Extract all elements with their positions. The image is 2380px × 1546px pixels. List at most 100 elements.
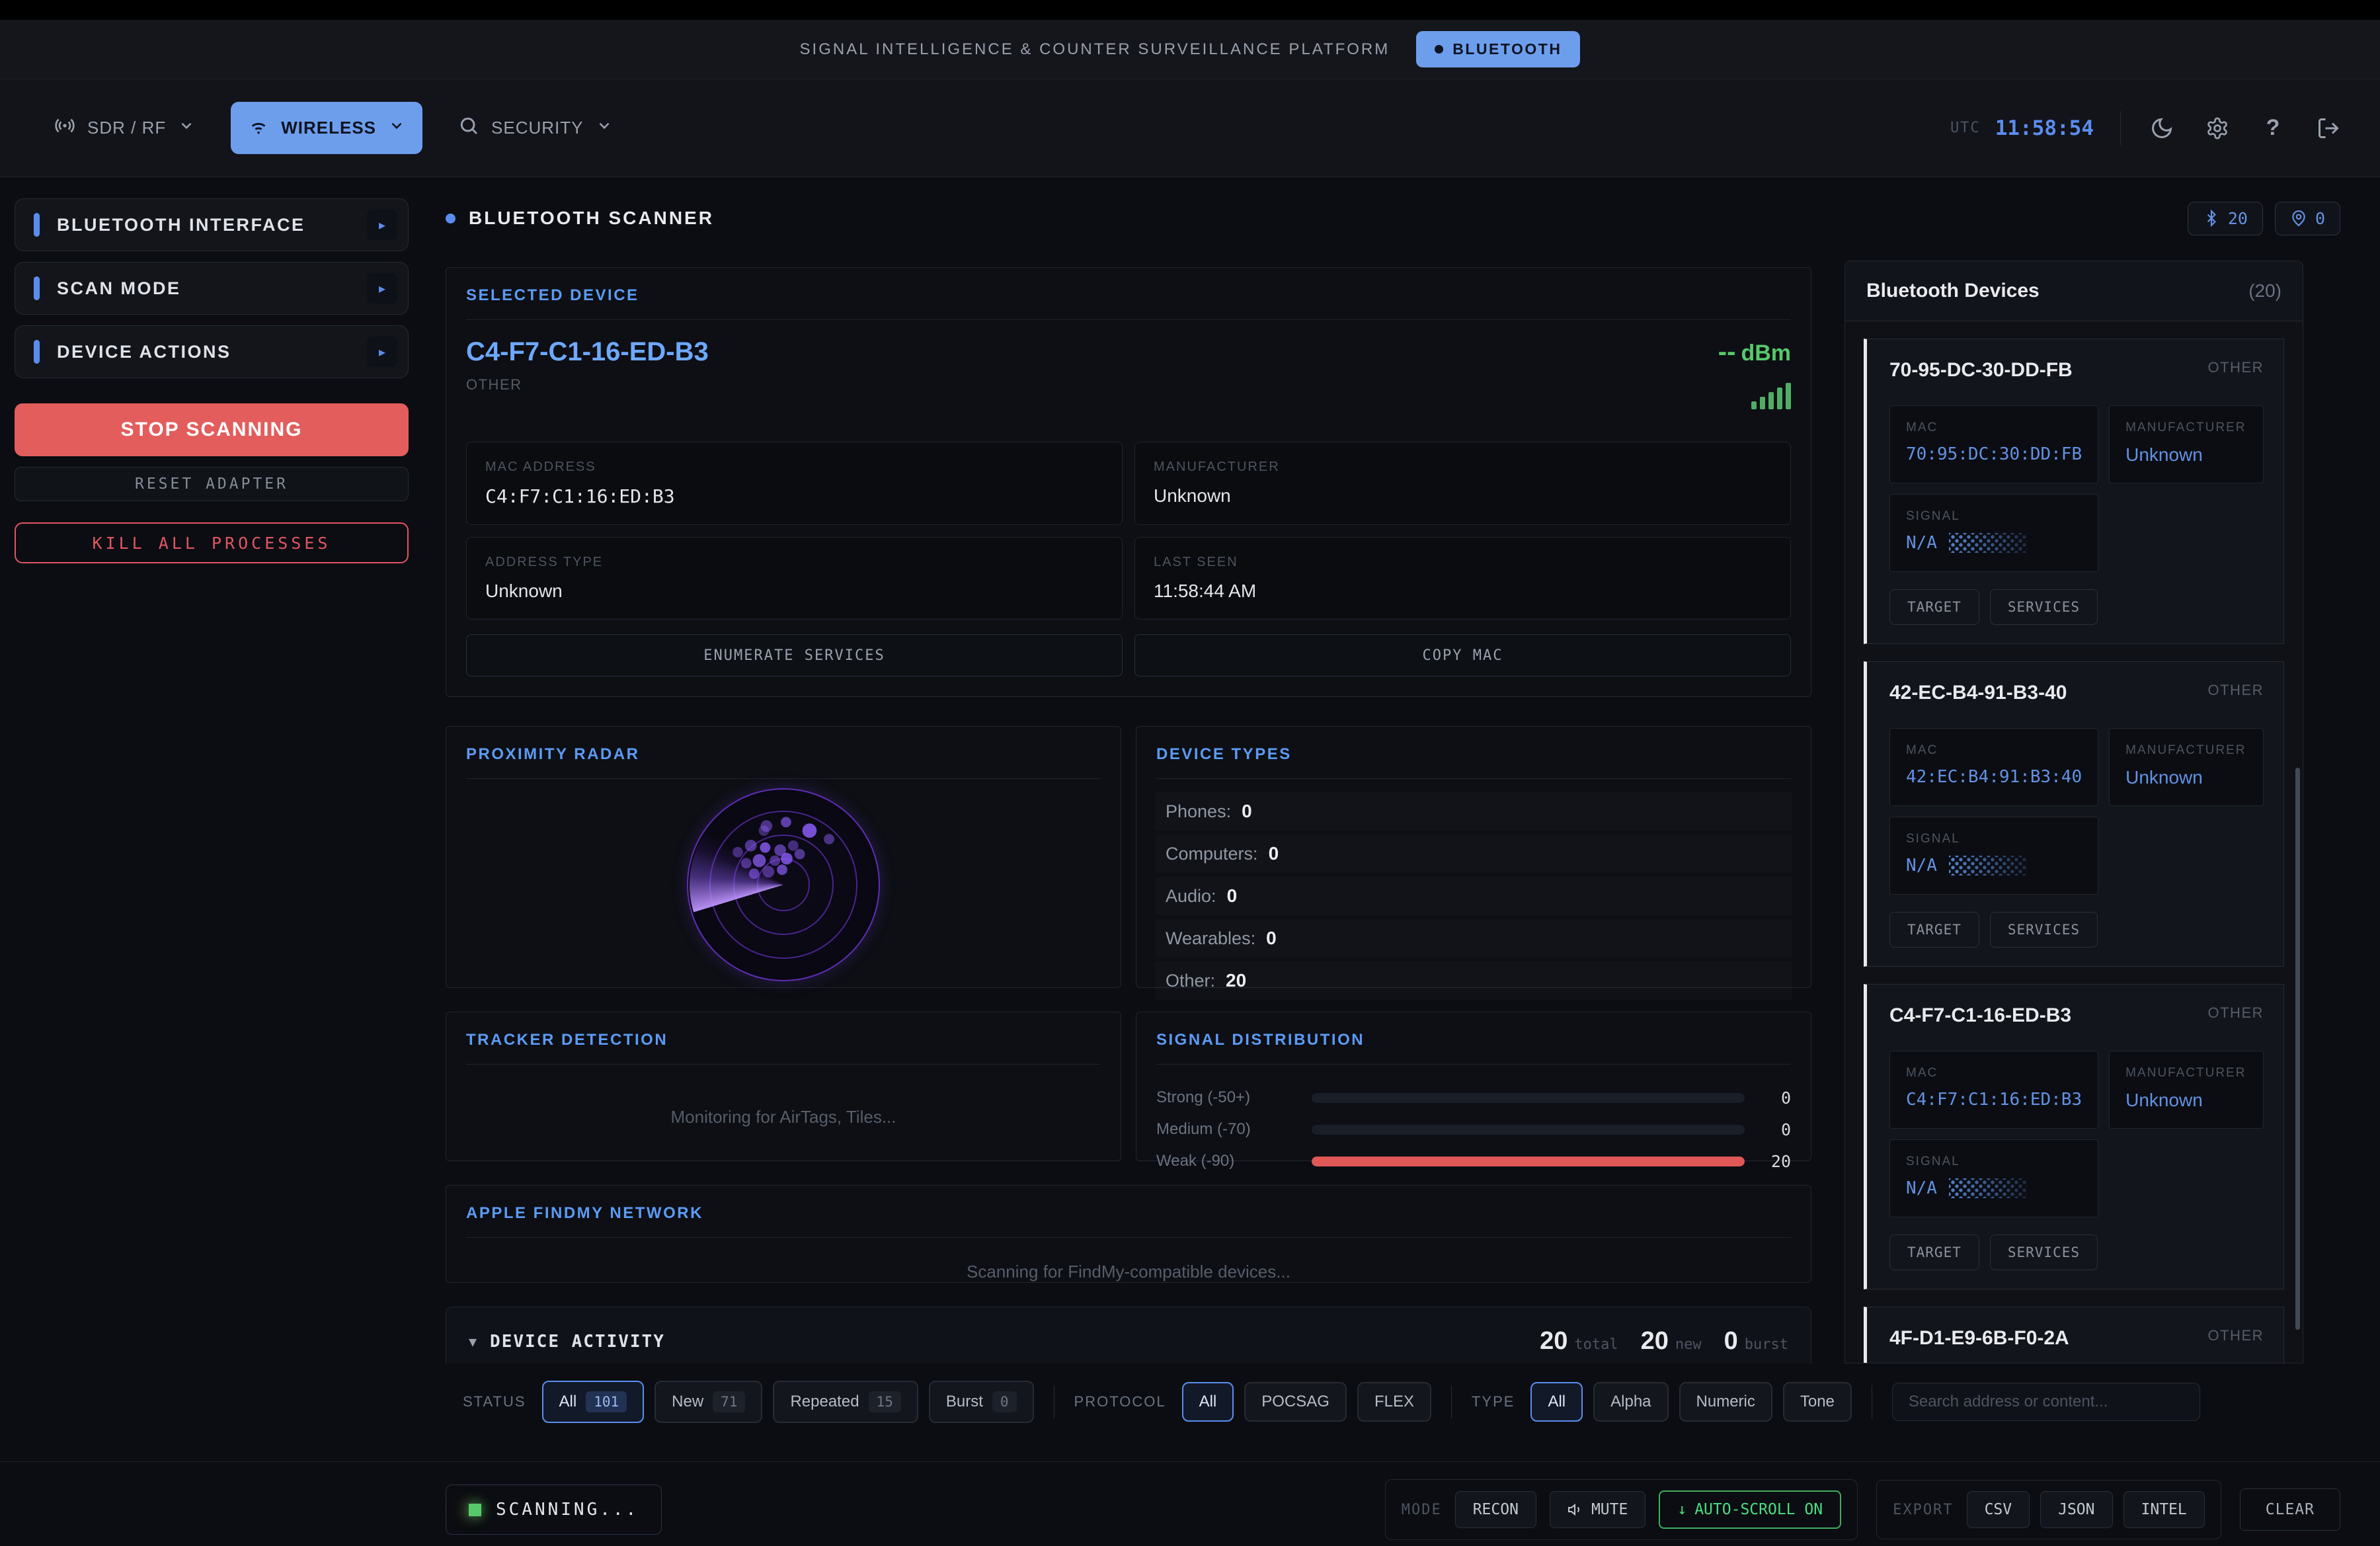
geo-count-badge[interactable]: 0: [2275, 202, 2340, 235]
findmy-panel: APPLE FINDMY NETWORK Scanning for FindMy…: [446, 1185, 1811, 1283]
chevron-down-icon: [596, 117, 613, 139]
status-filter-chip[interactable]: New71: [654, 1381, 762, 1423]
target-button[interactable]: TARGET: [1889, 1235, 1979, 1270]
section-title: SELECTED DEVICE: [446, 268, 1811, 319]
device-card[interactable]: 70-95-DC-30-DD-FB OTHER MAC 70:95:DC:30:…: [1864, 339, 2284, 644]
activity-stat: 0burst: [1724, 1327, 1788, 1356]
sidebar-collapsible-panel[interactable]: SCAN MODE ▸: [15, 262, 409, 315]
sidebar-collapsible-panel[interactable]: DEVICE ACTIONS ▸: [15, 325, 409, 378]
stop-scanning-button[interactable]: STOP SCANNING: [15, 403, 409, 456]
device-card[interactable]: C4-F7-C1-16-ED-B3 OTHER MAC C4:F7:C1:16:…: [1864, 984, 2284, 1289]
mute-button[interactable]: MUTE: [1550, 1491, 1646, 1528]
footer-divider: [0, 1461, 2380, 1462]
status-filter-chip[interactable]: Burst0: [929, 1381, 1034, 1423]
type-filter-chip[interactable]: Numeric: [1679, 1382, 1772, 1422]
utc-clock: 11:58:54: [1995, 116, 2094, 140]
signal-halftone-pattern: [1949, 1178, 2027, 1198]
clear-button[interactable]: CLEAR: [2240, 1488, 2340, 1531]
device-types-panel: DEVICE TYPES Phones:0 Co: [1136, 726, 1811, 988]
device-name: 4F-D1-E9-6B-F0-2A: [1889, 1327, 2069, 1350]
devices-count: (20): [2248, 280, 2281, 302]
expand-arrow-icon[interactable]: ▸: [367, 210, 397, 240]
export-format-button[interactable]: CSV: [1967, 1491, 2030, 1528]
device-name: 70-95-DC-30-DD-FB: [1889, 359, 2073, 382]
protocol-filter-chip[interactable]: POCSAG: [1244, 1382, 1347, 1422]
device-category: OTHER: [2208, 1327, 2264, 1344]
status-group-label: STATUS: [463, 1393, 526, 1410]
tracker-detection-panel: TRACKER DETECTION Monitoring for AirTags…: [446, 1012, 1121, 1161]
signal-bars-icon: [1751, 383, 1791, 409]
services-button[interactable]: SERVICES: [1990, 589, 2098, 625]
activity-collapse-toggle[interactable]: ▼ DEVICE ACTIVITY: [469, 1332, 665, 1352]
expand-arrow-icon[interactable]: ▸: [367, 337, 397, 367]
app-title: SIGNAL INTELLIGENCE & COUNTER SURVEILLAN…: [800, 40, 1390, 59]
devices-scrollbar[interactable]: [2295, 768, 2300, 1330]
bluetooth-count-badge[interactable]: 20: [2188, 202, 2263, 235]
search-input[interactable]: [1892, 1383, 2200, 1421]
kill-all-processes-button[interactable]: KILL ALL PROCESSES: [15, 522, 409, 563]
theme-moon-icon[interactable]: [2147, 114, 2176, 143]
nav-sdr-rf[interactable]: SDR / RF: [37, 102, 212, 154]
app-header: SIGNAL INTELLIGENCE & COUNTER SURVEILLAN…: [0, 20, 2380, 79]
chevron-down-icon: [178, 117, 195, 139]
badge-dot-icon: [1435, 45, 1443, 54]
target-button[interactable]: TARGET: [1889, 912, 1979, 948]
nav-right: UTC 11:58:54 ?: [1950, 111, 2343, 145]
app-window: SIGNAL INTELLIGENCE & COUNTER SURVEILLAN…: [0, 0, 2380, 1546]
protocol-filter-chip[interactable]: FLEX: [1357, 1382, 1431, 1422]
scanner-scroll-area[interactable]: SELECTED DEVICE C4-F7-C1-16-ED-B3 OTHER …: [446, 238, 1811, 1363]
status-filter-chip[interactable]: All101: [542, 1381, 645, 1423]
address-type-cell: ADDRESS TYPE Unknown: [466, 537, 1123, 620]
mode-recon-button[interactable]: RECON: [1455, 1491, 1536, 1528]
device-card[interactable]: 42-EC-B4-91-B3-40 OTHER MAC 42:EC:B4:91:…: [1864, 661, 2284, 967]
divider: [2120, 111, 2121, 145]
logout-icon[interactable]: [2314, 114, 2343, 143]
last-seen-cell: LAST SEEN 11:58:44 AM: [1134, 537, 1791, 620]
status-filter-chip[interactable]: Repeated15: [773, 1381, 918, 1423]
device-category: OTHER: [2208, 1004, 2264, 1022]
autoscroll-toggle[interactable]: ↓ AUTO-SCROLL ON: [1659, 1490, 1841, 1529]
enumerate-services-button[interactable]: ENUMERATE SERVICES: [466, 634, 1123, 676]
protocol-filter-chip[interactable]: All: [1182, 1382, 1234, 1422]
proximity-radar-display: [687, 788, 880, 981]
wifi-icon: [248, 115, 269, 141]
scanning-indicator-icon: [469, 1504, 481, 1516]
main-nav: SDR / RF WIRELESS SECURITY UTC 11:58:54 …: [0, 79, 2380, 177]
device-mac-cell: MAC 70:95:DC:30:DD:FB: [1889, 405, 2098, 483]
reset-adapter-button[interactable]: RESET ADAPTER: [15, 467, 409, 501]
type-filter-chip[interactable]: All: [1530, 1382, 1583, 1422]
type-filter-chip[interactable]: Tone: [1783, 1382, 1852, 1422]
signal-halftone-pattern: [1949, 856, 2027, 875]
middle-region: SELECTED DEVICE C4-F7-C1-16-ED-B3 OTHER …: [446, 238, 2340, 1363]
device-manufacturer-cell: MANUFACTURER Unknown: [2109, 1051, 2264, 1129]
settings-gear-icon[interactable]: [2203, 114, 2232, 143]
utc-label: UTC: [1950, 120, 1981, 136]
bluetooth-icon: [2203, 210, 2220, 227]
services-button[interactable]: SERVICES: [1990, 1235, 2098, 1270]
device-type-row: Audio:0: [1155, 877, 1792, 915]
device-category: OTHER: [2208, 682, 2264, 699]
bluetooth-devices-panel: Bluetooth Devices (20) 70-95-DC-30-DD-FB…: [1844, 261, 2303, 1363]
accent-bar: [34, 276, 40, 300]
device-mac-cell: MAC 42:EC:B4:91:B3:40: [1889, 728, 2098, 806]
main-column: BLUETOOTH SCANNER 20 0 SELECTE: [423, 177, 2380, 1540]
export-format-button[interactable]: JSON: [2040, 1491, 2112, 1528]
copy-mac-button[interactable]: COPY MAC: [1134, 634, 1791, 676]
help-icon[interactable]: ?: [2258, 114, 2287, 143]
export-format-button[interactable]: INTEL: [2123, 1491, 2205, 1528]
top-strip: [0, 0, 2380, 20]
expand-arrow-icon[interactable]: ▸: [367, 273, 397, 304]
services-button[interactable]: SERVICES: [1990, 912, 2098, 948]
type-filter-chip[interactable]: Alpha: [1593, 1382, 1668, 1422]
speaker-icon: [1567, 1502, 1583, 1518]
device-activity-panel: ▼ DEVICE ACTIVITY 20total 20new 0b: [446, 1307, 1811, 1363]
device-card[interactable]: 4F-D1-E9-6B-F0-2A OTHER MAC 4F:D1:E9:6B:…: [1864, 1307, 2284, 1363]
nav-security[interactable]: SECURITY: [441, 102, 629, 154]
device-name: C4-F7-C1-16-ED-B3: [1889, 1004, 2071, 1027]
distribution-bar: [1312, 1093, 1745, 1103]
sidebar-collapsible-panel[interactable]: BLUETOOTH INTERFACE ▸: [15, 198, 409, 251]
target-button[interactable]: TARGET: [1889, 589, 1979, 625]
nav-wireless[interactable]: WIRELESS: [231, 102, 422, 154]
activity-stat: 20total: [1540, 1327, 1618, 1356]
device-signal-cell: SIGNAL N/A: [1889, 1139, 2098, 1217]
